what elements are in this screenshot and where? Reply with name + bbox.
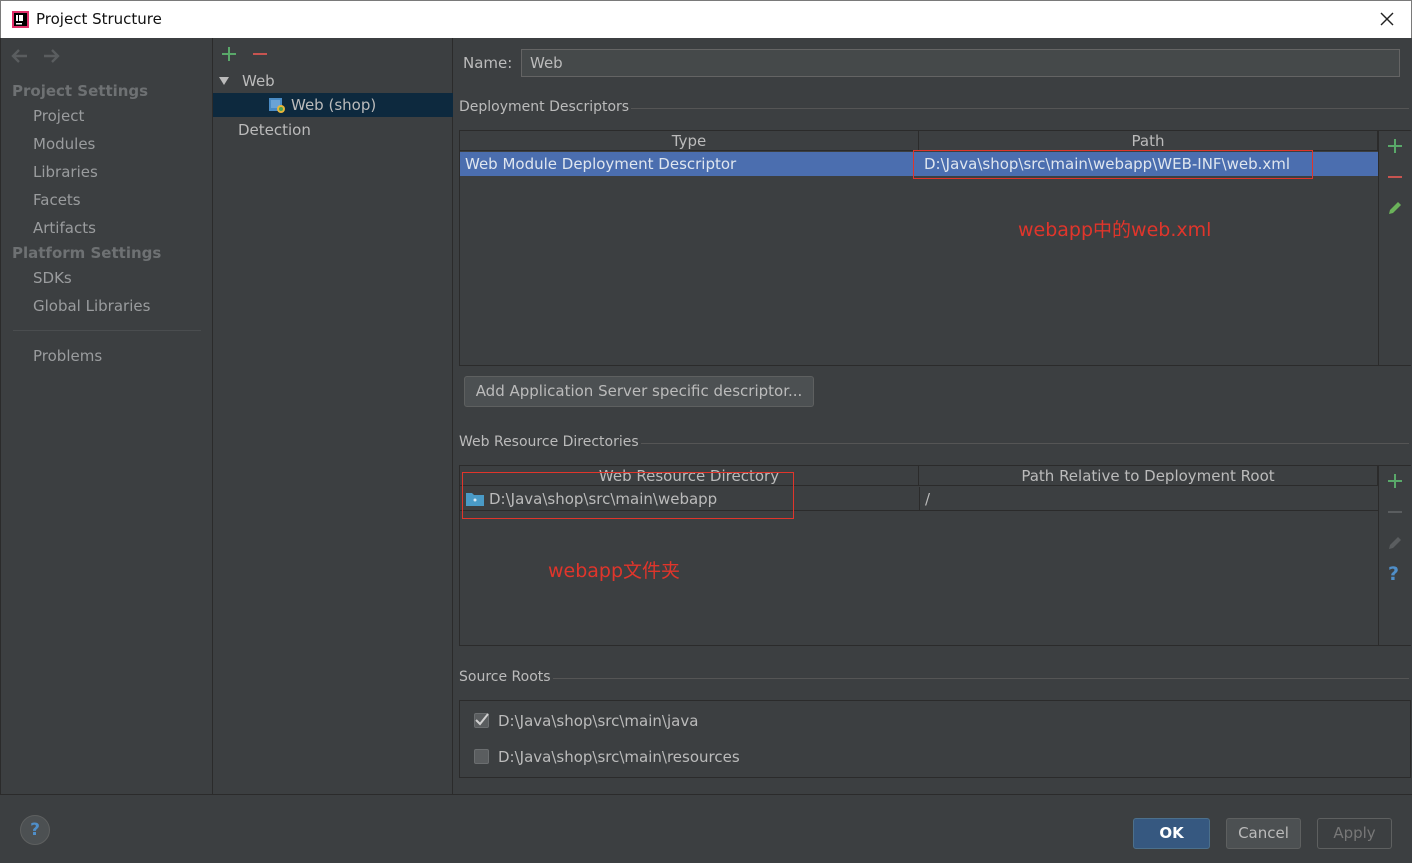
source-roots-title: Source Roots xyxy=(459,669,551,685)
add-descriptor-icon[interactable] xyxy=(1387,138,1403,154)
source-root-java-label: D:\Java\shop\src\main\java xyxy=(498,712,699,730)
annotation-box-web-xml xyxy=(913,150,1313,179)
descriptor-type-cell: Web Module Deployment Descriptor xyxy=(465,155,737,173)
annotation-web-xml: webapp中的web.xml xyxy=(1018,219,1212,241)
source-root-java-checkbox[interactable] xyxy=(474,713,489,728)
help-button[interactable]: ? xyxy=(20,815,50,845)
apply-button[interactable]: Apply xyxy=(1317,818,1392,849)
cancel-button[interactable]: Cancel xyxy=(1226,818,1301,849)
sidebar-item-libraries[interactable]: Libraries xyxy=(33,163,98,181)
column-header-path[interactable]: Path xyxy=(919,131,1378,151)
facet-tree-panel: Web Web (shop) Detection xyxy=(212,38,453,794)
source-root-resources-checkbox[interactable] xyxy=(474,749,489,764)
intellij-app-icon xyxy=(12,11,29,28)
edit-resource-pencil-icon[interactable] xyxy=(1387,535,1403,551)
source-roots-list: D:\Java\shop\src\main\java D:\Java\shop\… xyxy=(459,700,1411,778)
column-header-type[interactable]: Type xyxy=(460,131,919,151)
web-resource-directories-title: Web Resource Directories xyxy=(459,434,639,450)
title-bar: Project Structure xyxy=(0,0,1412,38)
platform-settings-header: Platform Settings xyxy=(12,244,162,262)
remove-icon[interactable] xyxy=(252,46,268,62)
tree-node-detection[interactable]: Detection xyxy=(213,118,453,142)
add-resource-icon[interactable] xyxy=(1387,473,1403,489)
sidebar-item-artifacts[interactable]: Artifacts xyxy=(33,219,96,237)
tree-node-web-shop-label: Web (shop) xyxy=(291,96,377,114)
sidebar-item-global-libraries[interactable]: Global Libraries xyxy=(33,297,150,315)
ok-button[interactable]: OK xyxy=(1133,818,1210,849)
sidebar-divider xyxy=(13,330,201,331)
close-icon[interactable] xyxy=(1375,7,1399,31)
annotation-webapp-folder: webapp文件夹 xyxy=(548,560,681,582)
group-divider xyxy=(641,443,1409,444)
sidebar-item-sdks[interactable]: SDKs xyxy=(33,269,72,287)
dialog-footer: ? OK Cancel Apply xyxy=(0,794,1412,863)
group-divider xyxy=(553,678,1409,679)
sidebar-item-modules[interactable]: Modules xyxy=(33,135,95,153)
name-field[interactable] xyxy=(521,49,1400,77)
edit-pencil-icon[interactable] xyxy=(1387,200,1403,216)
back-arrow-icon[interactable] xyxy=(11,48,29,64)
add-icon[interactable] xyxy=(221,46,237,62)
checkmark-icon xyxy=(475,713,489,726)
tree-node-web-shop[interactable]: Web (shop) xyxy=(213,93,453,117)
help-question-icon[interactable]: ? xyxy=(1388,563,1399,585)
relative-path-cell: / xyxy=(919,487,1378,511)
project-settings-header: Project Settings xyxy=(12,82,149,100)
source-root-resources-label: D:\Java\shop\src\main\resources xyxy=(498,748,740,766)
table-header: Type Path xyxy=(460,131,1378,151)
settings-sidebar: Project Settings Project Modules Librari… xyxy=(0,38,212,794)
add-server-descriptor-button[interactable]: Add Application Server specific descript… xyxy=(464,376,814,407)
forward-arrow-icon[interactable] xyxy=(42,48,60,64)
deployment-descriptors-title: Deployment Descriptors xyxy=(459,99,630,115)
sidebar-item-facets[interactable]: Facets xyxy=(33,191,81,209)
annotation-box-webapp xyxy=(462,472,794,519)
sidebar-item-problems[interactable]: Problems xyxy=(33,347,102,365)
group-divider xyxy=(631,108,1409,109)
tree-node-web-label: Web xyxy=(242,72,275,90)
remove-descriptor-icon[interactable] xyxy=(1387,169,1403,185)
remove-resource-icon[interactable] xyxy=(1387,504,1403,520)
tree-node-web[interactable]: Web xyxy=(213,69,453,93)
nav-arrows xyxy=(11,48,68,68)
column-header-relative-path[interactable]: Path Relative to Deployment Root xyxy=(919,466,1378,486)
web-facet-icon xyxy=(269,98,285,113)
expand-triangle-icon[interactable] xyxy=(219,77,229,86)
tree-node-detection-label: Detection xyxy=(238,121,311,139)
descriptor-toolbar xyxy=(1378,131,1411,365)
name-label: Name: xyxy=(463,54,513,72)
facet-settings-panel: Name: Deployment Descriptors Type Path W… xyxy=(453,38,1412,794)
resource-toolbar: ? xyxy=(1378,466,1411,645)
sidebar-item-project[interactable]: Project xyxy=(33,107,84,125)
window-title: Project Structure xyxy=(36,10,162,28)
